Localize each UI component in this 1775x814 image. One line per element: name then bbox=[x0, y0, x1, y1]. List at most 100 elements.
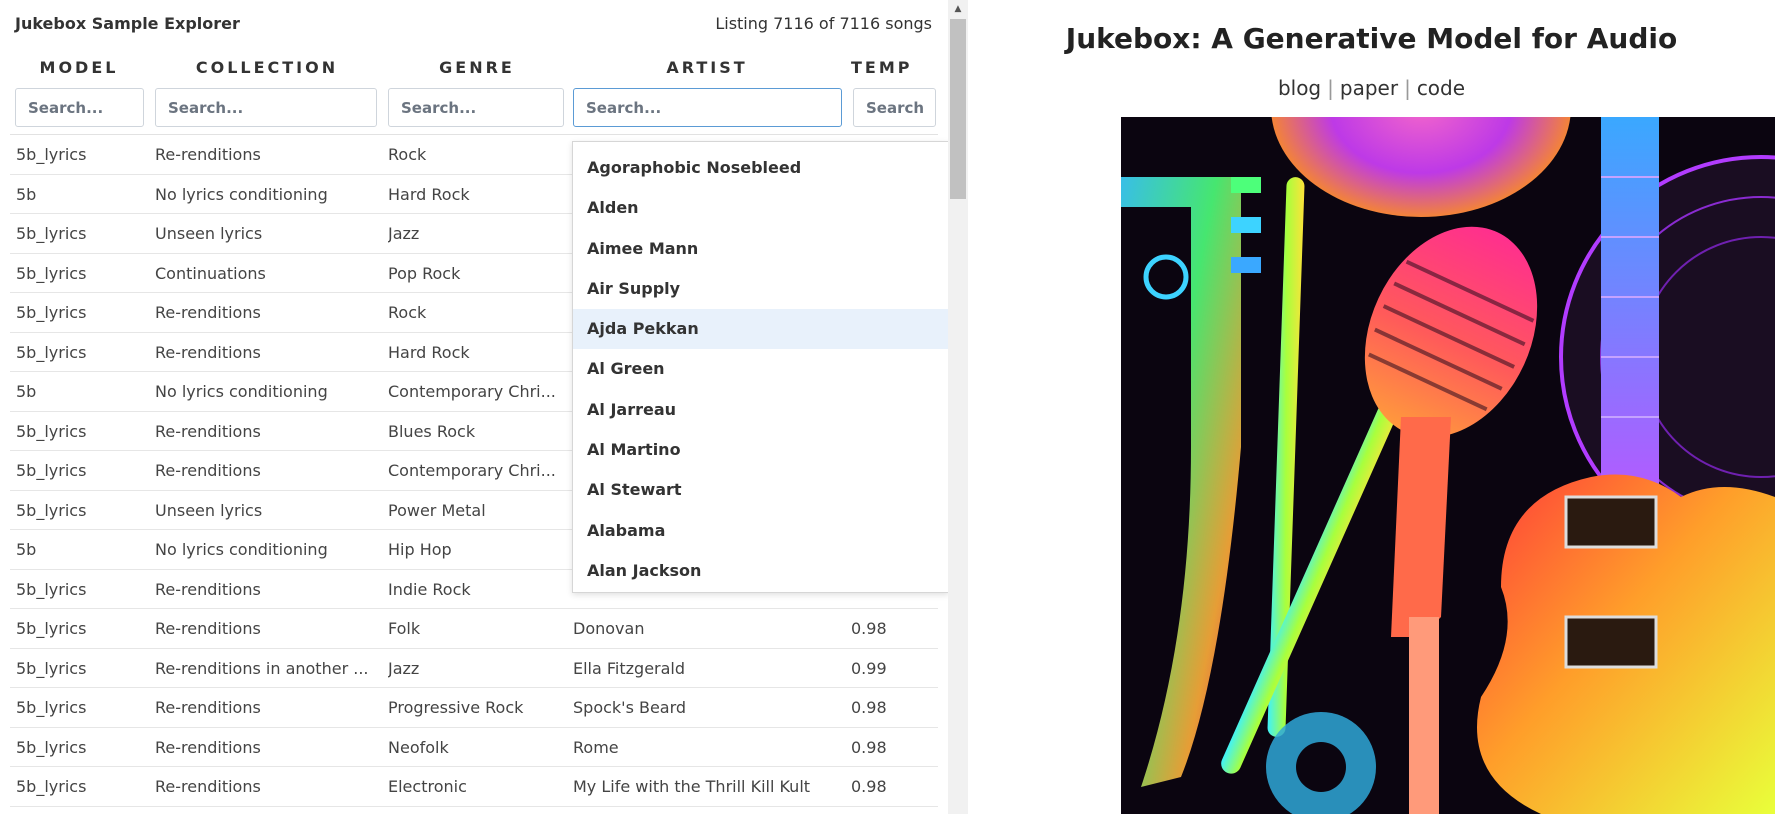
genre-cell: Blues Rock bbox=[388, 421, 476, 441]
collection-cell: Re-renditions bbox=[155, 303, 261, 322]
genre-cell: Folk bbox=[388, 619, 421, 638]
collection-cell: Unseen lyrics bbox=[155, 500, 263, 520]
genre-cell: Rock bbox=[388, 145, 427, 164]
app-root: Jukebox Sample Explorer Listing 7116 of … bbox=[0, 0, 1775, 814]
column-header-collection[interactable]: COLLECTION bbox=[155, 58, 379, 77]
collection-search-input[interactable] bbox=[155, 88, 377, 127]
model-cell: 5b_lyrics bbox=[16, 658, 87, 678]
instruments-illustration bbox=[1121, 117, 1775, 814]
artist-cell: Ella Fitzgerald bbox=[573, 658, 686, 678]
collection-cell: Re-renditions bbox=[155, 461, 261, 480]
model-cell: 5b_lyrics bbox=[16, 461, 87, 480]
collection-cell: Re-renditions bbox=[155, 619, 261, 638]
artist-option[interactable]: Alden bbox=[573, 188, 948, 228]
table-row[interactable]: 5b_lyricsContinuationsPop RockElton John… bbox=[10, 807, 938, 814]
genre-search-input[interactable] bbox=[388, 88, 564, 127]
column-header-temp[interactable]: TEMP bbox=[851, 58, 937, 77]
collection-cell: Continuations bbox=[155, 263, 266, 283]
temp-cell: 0.99 bbox=[851, 658, 887, 678]
paper-link[interactable]: paper bbox=[1340, 76, 1398, 100]
genre-cell: Power Metal bbox=[388, 500, 486, 520]
genre-cell: Jazz bbox=[388, 658, 420, 678]
sample-explorer: Jukebox Sample Explorer Listing 7116 of … bbox=[0, 0, 948, 814]
artist-cell: Rome bbox=[573, 737, 619, 757]
collection-cell: No lyrics conditioning bbox=[155, 382, 328, 401]
column-header-artist[interactable]: ARTIST bbox=[573, 58, 841, 77]
model-cell: 5b bbox=[16, 184, 37, 204]
temp-cell: 0.98 bbox=[851, 698, 887, 717]
genre-cell: Progressive Rock bbox=[388, 698, 524, 717]
model-cell: 5b_lyrics bbox=[16, 500, 87, 520]
model-cell: 5b_lyrics bbox=[16, 579, 87, 599]
link-bar: blog | paper | code bbox=[968, 76, 1775, 100]
artist-option[interactable]: Aimee Mann bbox=[573, 229, 948, 269]
artist-option[interactable]: Al Stewart bbox=[573, 470, 948, 510]
collection-cell: No lyrics conditioning bbox=[155, 184, 328, 204]
artist-option[interactable]: Al Green bbox=[573, 349, 948, 389]
collection-cell: Re-renditions bbox=[155, 342, 261, 362]
model-cell: 5b_lyrics bbox=[16, 698, 87, 717]
model-cell: 5b_lyrics bbox=[16, 224, 87, 243]
table-row[interactable]: 5b_lyrics Re-renditions Neofolk Rome 0.98 bbox=[10, 728, 938, 767]
temp-cell: 0.98 bbox=[851, 737, 887, 757]
collection-cell: Re-renditions bbox=[155, 421, 261, 441]
collection-cell: No lyrics conditioning bbox=[155, 540, 328, 559]
genre-cell: Indie Rock bbox=[388, 579, 471, 599]
link-separator: | bbox=[1404, 76, 1411, 100]
artist-option[interactable]: Alan Jackson bbox=[573, 551, 948, 591]
genre-cell: Hip Hop bbox=[388, 540, 452, 559]
listing-count: Listing 7116 of 7116 songs bbox=[715, 14, 932, 33]
collection-cell: Re-renditions bbox=[155, 145, 261, 164]
artist-option[interactable]: Al Jarreau bbox=[573, 390, 948, 430]
artist-dropdown: Agoraphobic Nosebleed Alden Aimee Mann Air … bbox=[572, 141, 948, 593]
collection-cell: Re-renditions in another ... bbox=[155, 658, 369, 678]
model-cell: 5b_lyrics bbox=[16, 145, 87, 164]
link-separator: | bbox=[1327, 76, 1334, 100]
model-cell: 5b_lyrics bbox=[16, 737, 87, 757]
artist-cell: Spock's Beard bbox=[573, 698, 687, 717]
model-cell: 5b bbox=[16, 540, 37, 559]
collection-cell: Re-renditions bbox=[155, 579, 261, 599]
table-row[interactable]: 5b_lyrics Re-renditions in another ... Jaz… bbox=[10, 649, 938, 688]
artist-option[interactable]: Alabama bbox=[573, 511, 948, 551]
artist-option[interactable]: Al Martino bbox=[573, 430, 948, 470]
table-row[interactable]: 5b_lyrics Re-renditions Progressive Rock Sp… bbox=[10, 688, 938, 728]
genre-cell: Hard Rock bbox=[388, 184, 470, 204]
model-search-input[interactable] bbox=[15, 88, 144, 127]
album-artwork bbox=[1121, 117, 1775, 814]
column-header-model[interactable]: MODEL bbox=[15, 58, 143, 77]
table-row[interactable]: 5b_lyrics Re-renditions Electronic My Life … bbox=[10, 767, 938, 807]
collection-cell: Re-renditions bbox=[155, 737, 261, 757]
model-cell: 5b_lyrics bbox=[16, 263, 87, 283]
temp-cell: 0.98 bbox=[851, 777, 887, 796]
artist-option[interactable]: Air Supply bbox=[573, 269, 948, 309]
temp-cell: 0.98 bbox=[851, 619, 887, 638]
genre-cell: Neofolk bbox=[388, 737, 449, 757]
model-cell: 5b_lyrics bbox=[16, 303, 87, 322]
artist-cell: My Life with the Thrill Kill Kult bbox=[573, 777, 811, 796]
scrollbar-thumb[interactable] bbox=[950, 19, 966, 199]
model-cell: 5b bbox=[16, 382, 37, 401]
collection-cell: Unseen lyrics bbox=[155, 224, 263, 243]
genre-cell: Contemporary Chri... bbox=[388, 461, 556, 480]
artist-search-input[interactable] bbox=[573, 88, 842, 127]
page-title: Jukebox: A Generative Model for Audio bbox=[1065, 22, 1678, 55]
artist-option[interactable]: Ajda Pekkan bbox=[573, 309, 948, 350]
explorer-title: Jukebox Sample Explorer bbox=[15, 14, 240, 33]
blog-link[interactable]: blog bbox=[1278, 76, 1321, 100]
genre-cell: Electronic bbox=[388, 777, 467, 796]
genre-cell: Contemporary Chri... bbox=[388, 382, 556, 401]
artist-cell: Donovan bbox=[573, 619, 645, 638]
scroll-up-arrow-icon[interactable]: ▲ bbox=[950, 0, 966, 16]
temp-search-input[interactable] bbox=[853, 88, 936, 127]
code-link[interactable]: code bbox=[1417, 76, 1465, 100]
artist-option[interactable]: Agoraphobic Nosebleed bbox=[573, 148, 948, 188]
table-row[interactable]: 5b_lyrics Re-renditions Folk Donovan 0.98 bbox=[10, 609, 938, 649]
model-cell: 5b_lyrics bbox=[16, 342, 87, 362]
collection-cell: Re-renditions bbox=[155, 777, 261, 796]
genre-cell: Pop Rock bbox=[388, 263, 461, 283]
model-cell: 5b_lyrics bbox=[16, 421, 87, 441]
genre-cell: Rock bbox=[388, 303, 427, 322]
model-cell: 5b_lyrics bbox=[16, 777, 87, 796]
column-header-genre[interactable]: GENRE bbox=[388, 58, 566, 77]
